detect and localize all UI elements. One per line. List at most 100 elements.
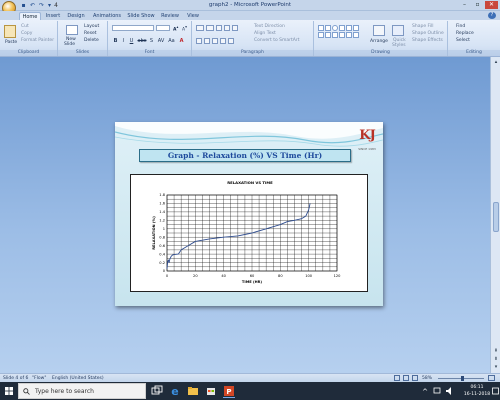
next-slide-icon[interactable]: ⇟: [492, 355, 500, 363]
tab-design[interactable]: Design: [65, 12, 87, 20]
character-spacing-button[interactable]: AV: [156, 38, 166, 44]
help-icon[interactable]: ?: [488, 12, 496, 19]
bullets-icon[interactable]: [196, 25, 204, 31]
minimize-button[interactable]: –: [458, 1, 471, 9]
format-painter-button[interactable]: Format Painter: [21, 38, 54, 43]
arrange-icon[interactable]: [373, 25, 385, 36]
show-hidden-icons-icon[interactable]: ^: [420, 384, 430, 398]
scroll-up-icon[interactable]: ▴: [492, 58, 500, 66]
chart-y-tick-label: 1.6: [159, 202, 165, 206]
scroll-thumb[interactable]: [493, 202, 499, 232]
zoom-slider-thumb[interactable]: [461, 376, 464, 381]
align-text-button[interactable]: Align Text: [254, 31, 276, 36]
shape-fill-button[interactable]: Shape Fill: [412, 24, 434, 29]
shape-more-icon[interactable]: [353, 32, 359, 38]
shrink-font-icon[interactable]: A▾: [182, 25, 187, 33]
shadow-button[interactable]: S: [148, 38, 155, 44]
copy-button[interactable]: Copy: [21, 31, 32, 36]
windows-start-icon[interactable]: [0, 382, 18, 400]
layout-button[interactable]: Layout: [84, 24, 99, 29]
font-size-combo[interactable]: [156, 25, 170, 31]
quick-styles-label-2[interactable]: Styles: [392, 43, 406, 48]
shape-triangle-icon[interactable]: [339, 25, 345, 31]
strikethrough-button[interactable]: abc: [137, 38, 147, 44]
find-button[interactable]: Find: [456, 24, 465, 29]
shape-callout-icon[interactable]: [332, 32, 338, 38]
notifications-icon[interactable]: [491, 384, 500, 398]
reset-button[interactable]: Reset: [84, 31, 97, 36]
scroll-down-icon[interactable]: ▾: [492, 363, 500, 371]
align-left-icon[interactable]: [196, 38, 202, 44]
columns-icon[interactable]: [228, 38, 234, 44]
convert-smartart-button[interactable]: Convert to SmartArt: [254, 38, 299, 43]
fit-to-window-icon[interactable]: [488, 375, 495, 381]
decrease-indent-icon[interactable]: [216, 25, 222, 31]
shape-effects-button[interactable]: Shape Effects: [412, 38, 443, 43]
chart-x-tick-label: 20: [193, 274, 198, 278]
new-slide-icon[interactable]: [66, 25, 78, 35]
chart-title: RELAXATION VS TIME: [227, 180, 273, 185]
delete-button[interactable]: Delete: [84, 38, 99, 43]
shape-bracket-icon[interactable]: [339, 32, 345, 38]
normal-view-icon[interactable]: [394, 375, 400, 381]
bold-button[interactable]: B: [112, 38, 119, 44]
paste-button[interactable]: Paste: [5, 40, 17, 45]
shape-star-icon[interactable]: [353, 25, 359, 31]
tab-insert[interactable]: Insert: [43, 12, 63, 20]
previous-slide-icon[interactable]: ⇞: [492, 347, 500, 355]
tab-home[interactable]: Home: [19, 12, 41, 20]
font-name-combo[interactable]: [112, 25, 154, 31]
store-icon[interactable]: [204, 384, 218, 398]
file-explorer-icon[interactable]: [186, 384, 200, 398]
arrange-button[interactable]: Arrange: [370, 39, 388, 44]
increase-indent-icon[interactable]: [224, 25, 230, 31]
network-icon[interactable]: [432, 384, 442, 398]
chart-y-tick-label: 0: [163, 269, 166, 273]
select-button[interactable]: Select: [456, 38, 470, 43]
paste-icon[interactable]: [4, 25, 16, 38]
shape-textbox-icon[interactable]: [346, 32, 352, 38]
quick-styles-icon[interactable]: [392, 25, 404, 36]
shape-oval-icon[interactable]: [332, 25, 338, 31]
new-slide-label-2[interactable]: Slide: [64, 42, 75, 47]
slide-canvas[interactable]: KJ SINCE 1983 Graph - Relaxation (%) VS …: [115, 122, 383, 306]
shape-brace-icon[interactable]: [325, 32, 331, 38]
tab-view[interactable]: View: [184, 12, 202, 20]
svg-text:e: e: [171, 385, 178, 398]
chart-frame[interactable]: 0 20 40 60 80 100 120 0 0.2 0.4 0.6 0.8 1 1.2 1.4 1.6 1.…: [130, 174, 368, 292]
italic-button[interactable]: I: [120, 38, 127, 44]
font-color-button[interactable]: A: [178, 38, 185, 44]
powerpoint-taskbar-icon[interactable]: P: [222, 384, 236, 398]
ribbon: Paste Cut Copy Format Painter Clipboard …: [0, 20, 500, 57]
line-spacing-icon[interactable]: [232, 25, 238, 31]
underline-button[interactable]: U: [128, 38, 135, 44]
slide-title-box[interactable]: Graph - Relaxation (%) VS Time (Hr): [139, 149, 351, 162]
edge-browser-icon[interactable]: e: [168, 384, 182, 398]
shape-rectangle-icon[interactable]: [325, 25, 331, 31]
cut-button[interactable]: Cut: [21, 24, 29, 29]
align-right-icon[interactable]: [212, 38, 218, 44]
numbering-icon[interactable]: [206, 25, 214, 31]
slides-group: New Slide Layout Reset Delete Slides: [58, 21, 108, 56]
grow-font-icon[interactable]: A▴: [173, 25, 178, 33]
taskbar-search-box[interactable]: Type here to search: [18, 383, 146, 399]
tab-animations[interactable]: Animations: [91, 12, 123, 20]
tab-review[interactable]: Review: [159, 12, 181, 20]
shape-arrow-icon[interactable]: [346, 25, 352, 31]
replace-button[interactable]: Replace: [456, 31, 474, 36]
task-view-icon[interactable]: [150, 384, 164, 398]
slide-show-icon[interactable]: [412, 375, 418, 381]
change-case-button[interactable]: Aa: [167, 38, 176, 44]
justify-icon[interactable]: [220, 38, 226, 44]
vertical-scrollbar[interactable]: ▴ ⇞ ⇟ ▾: [490, 57, 500, 373]
tab-slide-show[interactable]: Slide Show: [126, 12, 156, 20]
slide-sorter-icon[interactable]: [403, 375, 409, 381]
align-center-icon[interactable]: [204, 38, 210, 44]
volume-icon[interactable]: [444, 384, 454, 398]
shape-curve-icon[interactable]: [318, 32, 324, 38]
close-button[interactable]: ✕: [485, 1, 498, 9]
text-direction-button[interactable]: Text Direction: [254, 24, 285, 29]
shape-outline-button[interactable]: Shape Outline: [412, 31, 444, 36]
maximize-button[interactable]: ▫: [471, 1, 484, 9]
shape-line-icon[interactable]: [318, 25, 324, 31]
